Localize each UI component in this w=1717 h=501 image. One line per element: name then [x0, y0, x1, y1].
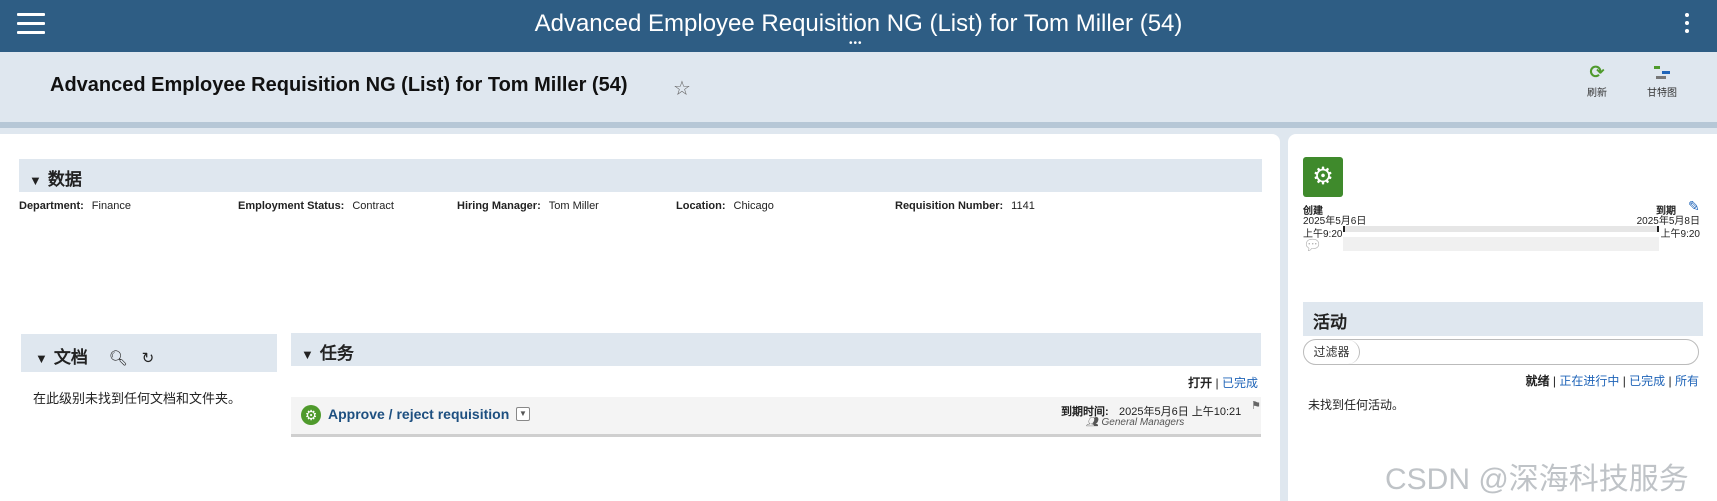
activity-status-tabs: 就绪 | 正在进行中 | 已完成 | 所有 — [1525, 374, 1699, 388]
timeline-bar — [1343, 226, 1659, 232]
refresh-button[interactable]: ⟳ 刷新 — [1572, 60, 1622, 99]
page-header: Advanced Employee Requisition NG (List) … — [0, 52, 1717, 128]
collapse-triangle-icon: ▼ — [301, 347, 314, 362]
data-section-title: 数据 — [47, 170, 82, 189]
kebab-menu-icon[interactable] — [1684, 13, 1690, 37]
data-section-header[interactable]: ▼ 数据 — [19, 159, 1262, 192]
app-title: Advanced Employee Requisition NG (List) … — [534, 10, 1183, 37]
filter-input[interactable] — [1364, 343, 1684, 361]
collapse-triangle-icon: ▼ — [35, 351, 48, 366]
tab-done[interactable]: 已完成 — [1629, 374, 1665, 388]
tasks-title: 任务 — [319, 344, 354, 363]
task-gear-icon: ⚙ — [301, 405, 321, 425]
task-row[interactable]: ⚙ Approve / reject requisition ▼ 到期时间: 2… — [291, 397, 1261, 437]
side-panel: ⚙ 创建 2025年5月6日 上午9:20 到期 ✎ 2025年5月8日 上午9… — [1288, 134, 1717, 501]
field-value: Tom Miller — [548, 200, 599, 212]
field-employment-status: Employment Status: Contract — [238, 200, 394, 212]
refresh-icon: ⟳ — [1589, 62, 1605, 82]
tasks-section-header[interactable]: ▼ 任务 — [291, 333, 1261, 366]
field-label: Requisition Number: — [895, 200, 1004, 212]
activities-section-header: 活动 — [1303, 302, 1703, 336]
documents-title: 文档 — [53, 348, 88, 367]
field-label: Employment Status: — [238, 200, 345, 212]
collapse-triangle-icon: ▼ — [29, 173, 42, 188]
tab-ready[interactable]: 就绪 — [1526, 374, 1550, 388]
task-filter: 打开 | 已完成 — [1188, 376, 1258, 390]
activity-filter: 过滤器 — [1303, 339, 1699, 365]
top-bar: Advanced Employee Requisition NG (List) … — [0, 0, 1717, 52]
main-panel: ▼ 数据 Department: Finance Employment Status… — [0, 134, 1280, 501]
documents-empty-text: 在此级别未找到任何文档和文件夹。 — [33, 391, 242, 406]
field-location: Location: Chicago — [676, 200, 774, 212]
tab-all[interactable]: 所有 — [1675, 374, 1699, 388]
field-label: Department: — [19, 200, 84, 212]
task-owner: 👥︎ General Managers — [1086, 417, 1184, 428]
watermark: CSDN @深海科技服务 — [1385, 463, 1689, 496]
task-owner-name: General Managers — [1101, 417, 1185, 428]
reload-icon[interactable]: ↻ — [142, 350, 155, 367]
process-gears-icon: ⚙ — [1303, 157, 1343, 197]
field-label: Hiring Manager: — [457, 200, 541, 212]
field-value: 1141 — [1011, 200, 1035, 212]
refresh-label: 刷新 — [1587, 88, 1607, 99]
task-filter-open[interactable]: 打开 — [1188, 376, 1212, 390]
field-requisition-number: Requisition Number: 1141 — [895, 200, 1035, 212]
activities-title: 活动 — [1313, 313, 1347, 332]
activities-empty-text: 未找到任何活动。 — [1308, 398, 1405, 412]
more-dots-icon[interactable]: ••• — [849, 39, 863, 49]
field-label: Location: — [676, 200, 726, 212]
comment-icon[interactable]: 💬︎ — [1303, 236, 1322, 254]
page-title: Advanced Employee Requisition NG (List) … — [50, 74, 628, 96]
pencil-icon[interactable]: ✎ — [1688, 198, 1700, 215]
flag-icon[interactable]: ⚑ — [1251, 399, 1261, 412]
field-value: Contract — [352, 200, 394, 212]
filter-label: 过滤器 — [1304, 340, 1360, 364]
task-name-link[interactable]: Approve / reject requisition — [328, 406, 509, 422]
tab-in-progress[interactable]: 正在进行中 — [1559, 374, 1619, 388]
documents-section-header[interactable]: ▼ 文档 🔍︎ ↻ — [21, 334, 277, 372]
gantt-icon — [1652, 63, 1672, 81]
gantt-button[interactable]: 甘特图 — [1637, 60, 1687, 99]
search-icon[interactable]: 🔍︎ — [109, 350, 128, 367]
task-dropdown-icon[interactable]: ▼ — [516, 407, 530, 421]
field-department: Department: Finance — [19, 200, 131, 212]
task-filter-done[interactable]: 已完成 — [1222, 376, 1258, 390]
gantt-label: 甘特图 — [1647, 88, 1677, 99]
comment-bar[interactable] — [1343, 237, 1659, 251]
star-icon[interactable]: ☆ — [673, 76, 691, 101]
field-value: Chicago — [733, 200, 774, 212]
field-hiring-manager: Hiring Manager: Tom Miller — [457, 200, 599, 212]
group-icon: 👥︎ — [1086, 417, 1102, 428]
field-value: Finance — [91, 200, 131, 212]
